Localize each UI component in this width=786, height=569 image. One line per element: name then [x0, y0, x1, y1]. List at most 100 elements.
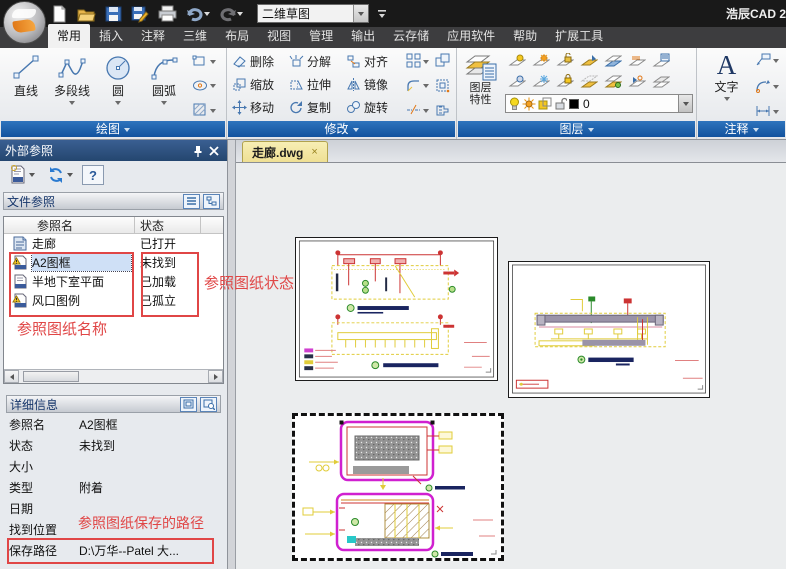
column-status[interactable]: 状态	[135, 217, 201, 233]
xref-row-corridor[interactable]: 走廊 已打开	[4, 234, 223, 253]
xref-row-basement-plan[interactable]: 半地下室平面 已加载	[4, 272, 223, 291]
tab-home[interactable]: 常用	[48, 24, 90, 48]
array-button[interactable]	[405, 52, 430, 69]
layer-properties-button[interactable]: 图层 特性	[460, 50, 501, 106]
offset-icon	[435, 78, 450, 93]
layer-on-button[interactable]	[507, 52, 527, 70]
text-button[interactable]: A 文字	[704, 50, 750, 101]
list-column-headers[interactable]: 参照名 状态	[4, 217, 223, 234]
redo-button[interactable]	[218, 5, 244, 23]
explode-button[interactable]: 分解	[287, 51, 344, 73]
tab-cloud[interactable]: 云存储	[384, 24, 438, 48]
revision-arc-button[interactable]	[754, 78, 780, 94]
tab-manage[interactable]: 管理	[300, 24, 342, 48]
circle-button[interactable]: 圆	[95, 50, 141, 105]
tab-layout[interactable]: 布局	[216, 24, 258, 48]
panel-annotate-footer[interactable]: 注释	[698, 121, 785, 137]
tab-close-icon[interactable]: ×	[311, 146, 317, 158]
layer-make-current-button[interactable]	[579, 52, 599, 70]
drawing-canvas[interactable]	[236, 163, 786, 569]
panel-layer-footer[interactable]: 图层	[458, 121, 695, 137]
help-button[interactable]: ?	[82, 165, 104, 185]
xref-row-vent-legend[interactable]: 风口图例 已孤立	[4, 291, 223, 310]
list-view-button[interactable]	[183, 194, 200, 209]
preview-button[interactable]	[200, 397, 217, 412]
tree-view-button[interactable]	[203, 194, 220, 209]
line-button[interactable]: 直线	[3, 50, 49, 99]
app-logo[interactable]	[3, 1, 46, 44]
open-button[interactable]	[76, 4, 97, 24]
xref-preview-plan[interactable]	[508, 261, 710, 398]
erase-button[interactable]: 删除	[230, 51, 287, 73]
workspace-combobox[interactable]: 二维草图	[257, 4, 369, 23]
layer-off-button[interactable]	[507, 73, 527, 91]
layer-isolate-button[interactable]	[579, 73, 599, 91]
palette-splitter[interactable]	[228, 140, 236, 569]
layer-combobox[interactable]: 0	[505, 94, 693, 113]
redo-icon	[219, 6, 237, 22]
undo-button[interactable]	[185, 5, 211, 23]
tab-annotate[interactable]: 注释	[132, 24, 174, 48]
layer-match-button[interactable]	[603, 52, 623, 70]
document-tab[interactable]: 走廊.dwg ×	[242, 141, 328, 162]
rotate-button[interactable]: 复制	[287, 97, 344, 119]
copy-button[interactable]: 旋转	[344, 97, 401, 119]
tab-output[interactable]: 输出	[342, 24, 384, 48]
polyline-edit-button[interactable]	[434, 101, 453, 118]
layer-unisolate-button[interactable]	[603, 73, 623, 91]
arc-button[interactable]: 圆弧	[141, 50, 187, 105]
rectangle-button[interactable]	[191, 52, 217, 69]
xref-preview-elevations[interactable]	[295, 237, 498, 381]
column-name[interactable]: 参照名	[4, 217, 135, 233]
close-palette-button[interactable]	[206, 143, 222, 159]
offset-button[interactable]	[434, 77, 453, 94]
refresh-button[interactable]	[44, 164, 76, 186]
pin-button[interactable]	[190, 143, 206, 159]
leader-button[interactable]	[754, 52, 780, 68]
scrollbar-thumb[interactable]	[23, 371, 79, 382]
copy-nested-button[interactable]	[434, 52, 453, 69]
dimension-button[interactable]	[754, 104, 780, 118]
scale-button[interactable]: 缩放	[230, 74, 287, 96]
tab-apps[interactable]: 应用软件	[438, 24, 504, 48]
stretch-button[interactable]: 拉伸	[287, 74, 344, 96]
layer-change-button[interactable]	[627, 52, 647, 70]
layer-freeze-button[interactable]	[531, 73, 551, 91]
ellipse-button[interactable]	[191, 78, 217, 93]
move-button[interactable]: 移动	[230, 97, 287, 119]
panel-modify-footer[interactable]: 修改	[228, 121, 455, 137]
save-button[interactable]	[104, 4, 123, 24]
panel-draw-footer[interactable]: 绘图	[1, 121, 225, 137]
xref-row-a2-frame[interactable]: A2图框 未找到	[4, 253, 223, 272]
polyline-button[interactable]: 多段线	[49, 50, 95, 105]
mirror-button[interactable]: 镜像	[344, 74, 401, 96]
tab-express[interactable]: 扩展工具	[546, 24, 612, 48]
new-button[interactable]	[50, 4, 69, 24]
tab-insert[interactable]: 插入	[90, 24, 132, 48]
app-title: 浩辰CAD 2	[726, 5, 786, 22]
tab-view[interactable]: 视图	[258, 24, 300, 48]
layer-dropdown-arrow[interactable]	[678, 95, 692, 112]
details-view-button[interactable]	[180, 397, 197, 412]
xref-preview-rooms[interactable]	[292, 413, 504, 561]
tab-3d[interactable]: 三维	[174, 24, 216, 48]
save-as-button[interactable]	[130, 4, 150, 24]
qat-customize-button[interactable]	[376, 8, 388, 20]
layer-unlock-button[interactable]	[555, 52, 575, 70]
tab-help[interactable]: 帮助	[504, 24, 546, 48]
layer-previous-button[interactable]	[651, 73, 671, 91]
scroll-left-arrow[interactable]	[4, 370, 19, 383]
trim-button[interactable]	[405, 101, 430, 118]
scroll-right-arrow[interactable]	[208, 370, 223, 383]
layer-thaw-button[interactable]	[531, 52, 551, 70]
align-button[interactable]: 对齐	[344, 51, 401, 73]
hatch-button[interactable]	[191, 101, 217, 118]
fillet-button[interactable]	[405, 77, 430, 94]
attach-dwg-button[interactable]	[6, 163, 38, 187]
plot-button[interactable]	[157, 4, 178, 24]
horizontal-scrollbar[interactable]	[4, 369, 223, 383]
layer-walk-button[interactable]	[627, 73, 647, 91]
workspace-dropdown-arrow[interactable]	[353, 5, 368, 22]
layer-lock-button[interactable]	[555, 73, 575, 91]
layer-list-button[interactable]	[651, 52, 671, 70]
